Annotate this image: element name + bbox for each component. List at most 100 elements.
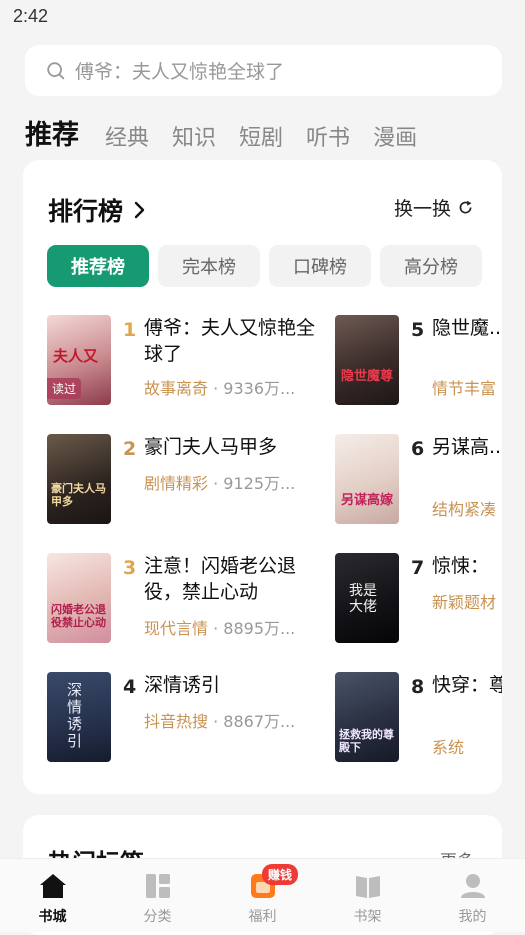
- book-title: 惊悚：: [432, 555, 490, 577]
- category-icon: [145, 874, 170, 898]
- book-reads: 9336万...: [223, 379, 296, 398]
- refresh-icon: [459, 200, 472, 214]
- book-meta: 抖音热搜 · 8867万...: [144, 712, 296, 731]
- book-meta: 现代言情 · 8895万...: [144, 619, 296, 638]
- chip-completed[interactable]: 完本榜: [158, 245, 260, 287]
- book-meta: 剧情精彩 · 9125万...: [144, 474, 296, 493]
- search-placeholder: 傅爷：夫人又惊艳全球了: [75, 61, 285, 83]
- rank-number: 8: [411, 676, 425, 698]
- nav-bookshelf[interactable]: 书架: [315, 859, 420, 932]
- book-tag: 新颖题材: [432, 593, 497, 612]
- book-reads: 8895万...: [223, 619, 296, 638]
- nav-profile[interactable]: 我的: [420, 859, 525, 932]
- profile-icon: [460, 874, 485, 898]
- book-meta: 情节丰富: [432, 375, 496, 399]
- home-icon: [39, 874, 66, 898]
- book-tag: 故事离奇: [144, 379, 209, 398]
- tab-recommend[interactable]: 推荐: [25, 113, 79, 152]
- book-cover: 隐世魔尊: [335, 315, 399, 405]
- book-item[interactable]: 我是大佬 7 惊悚： 新颖题材: [335, 553, 502, 648]
- book-meta: 故事离奇 · 9336万...: [144, 379, 296, 398]
- book-item[interactable]: 深情诱引 4 深情诱引 抖音热搜 · 8867万...: [47, 672, 317, 767]
- ranking-card: 排行榜 换一换 推荐榜 完本榜 口碑榜 高分榜 夫人又 读过 1 傅爷：夫人又惊…: [23, 160, 502, 794]
- book-tag: 系统: [432, 738, 465, 757]
- cover-title: 拯救我的尊殿下: [339, 728, 394, 754]
- book-item[interactable]: 豪门夫人马甲多 2 豪门夫人马甲多 剧情精彩 · 9125万...: [47, 434, 317, 529]
- book-cover: 闪婚老公退役禁止心动: [47, 553, 111, 643]
- tab-classic[interactable]: 经典: [105, 120, 149, 152]
- book-title: 注意！闪婚老公退役，禁止心动: [144, 555, 297, 603]
- book-item[interactable]: 闪婚老公退役禁止心动 3 注意！闪婚老公退役，禁止心动 现代言情 · 8895万…: [47, 553, 317, 648]
- book-cover: 另谋高嫁: [335, 434, 399, 524]
- book-cover: 我是大佬: [335, 553, 399, 643]
- book-reads: 8867万...: [223, 712, 296, 731]
- cover-title: 隐世魔尊: [341, 369, 394, 384]
- cover-title: 豪门夫人马甲多: [51, 482, 106, 508]
- cover-title: 深情诱引: [67, 681, 83, 750]
- chip-high-score[interactable]: 高分榜: [380, 245, 482, 287]
- book-reads: 9125万...: [223, 474, 296, 493]
- cover-title: 另谋高嫁: [341, 493, 394, 508]
- book-tag: 抖音热搜: [144, 712, 209, 731]
- ranking-title: 排行榜: [48, 197, 124, 226]
- rank-number: 7: [411, 557, 425, 579]
- nav-label: 书架: [353, 909, 382, 925]
- rank-number: 1: [123, 319, 137, 341]
- book-title: 傅爷：夫人又惊艳全球了: [144, 317, 316, 365]
- chip-reputation[interactable]: 口碑榜: [269, 245, 371, 287]
- book-tag: 情节丰富: [432, 379, 497, 398]
- book-title: 快穿：尊殿下: [432, 674, 502, 696]
- nav-welfare[interactable]: 赚钱 福利: [210, 859, 315, 932]
- book-meta: 系统: [432, 734, 464, 758]
- cover-title: 夫人又: [53, 347, 99, 365]
- chip-recommend[interactable]: 推荐榜: [47, 245, 149, 287]
- book-tag: 结构紧凑: [432, 500, 497, 519]
- search-bar[interactable]: 傅爷：夫人又惊艳全球了: [25, 45, 502, 96]
- refresh-label: 换一换: [393, 198, 451, 220]
- book-item[interactable]: 夫人又 读过 1 傅爷：夫人又惊艳全球了 故事离奇 · 9336万...: [47, 315, 317, 410]
- book-meta: 结构紧凑: [432, 496, 496, 520]
- nav-label: 福利: [248, 909, 277, 925]
- tab-knowledge[interactable]: 知识: [172, 120, 216, 152]
- rank-number: 6: [411, 438, 425, 460]
- nav-label: 分类: [143, 909, 172, 925]
- book-cover: 豪门夫人马甲多: [47, 434, 111, 524]
- book-item[interactable]: 隐世魔尊 5 隐世魔...娃上门 情节丰富: [335, 315, 502, 410]
- category-tabs: 推荐 经典 知识 短剧 听书 漫画: [25, 108, 440, 152]
- tab-comics[interactable]: 漫画: [373, 120, 417, 152]
- tab-audiobook[interactable]: 听书: [306, 120, 350, 152]
- book-title: 豪门夫人马甲多: [144, 436, 278, 458]
- ranking-header[interactable]: 排行榜: [48, 192, 147, 228]
- nav-label: 书城: [38, 909, 67, 925]
- bottom-navigation: 书城 分类 赚钱 福利 书架 我的: [0, 858, 525, 932]
- book-title: 隐世魔...娃上门: [432, 317, 502, 339]
- rank-number: 3: [123, 557, 137, 579]
- book-title: 另谋高...夫人我: [432, 436, 502, 458]
- book-tag: 剧情精彩: [144, 474, 209, 493]
- rank-number: 4: [123, 676, 137, 698]
- rank-number: 5: [411, 319, 425, 341]
- book-cover: 拯救我的尊殿下: [335, 672, 399, 762]
- read-badge: 读过: [47, 378, 82, 399]
- refresh-button[interactable]: 换一换: [394, 194, 474, 221]
- book-cover: 深情诱引: [47, 672, 111, 762]
- rank-number: 2: [123, 438, 137, 460]
- cover-title: 我是大佬: [349, 583, 377, 615]
- tab-short-drama[interactable]: 短剧: [239, 120, 283, 152]
- book-item[interactable]: 拯救我的尊殿下 8 快穿：尊殿下 系统: [335, 672, 502, 767]
- nav-bookstore[interactable]: 书城: [0, 859, 105, 932]
- nav-category[interactable]: 分类: [105, 859, 210, 932]
- book-item[interactable]: 另谋高嫁 6 另谋高...夫人我 结构紧凑: [335, 434, 502, 529]
- book-title: 深情诱引: [144, 674, 221, 696]
- status-time: 2:42: [13, 6, 49, 26]
- bookshelf-icon: [355, 876, 380, 898]
- search-icon: [47, 61, 65, 79]
- nav-label: 我的: [458, 909, 487, 925]
- book-meta: 新颖题材: [432, 589, 496, 613]
- earn-badge: 赚钱: [262, 864, 299, 885]
- book-cover: 夫人又 读过: [47, 315, 111, 405]
- book-tag: 现代言情: [144, 619, 209, 638]
- chevron-right-icon: [134, 201, 145, 219]
- cover-title: 闪婚老公退役禁止心动: [51, 603, 106, 629]
- ranking-chips: 推荐榜 完本榜 口碑榜 高分榜: [47, 245, 491, 287]
